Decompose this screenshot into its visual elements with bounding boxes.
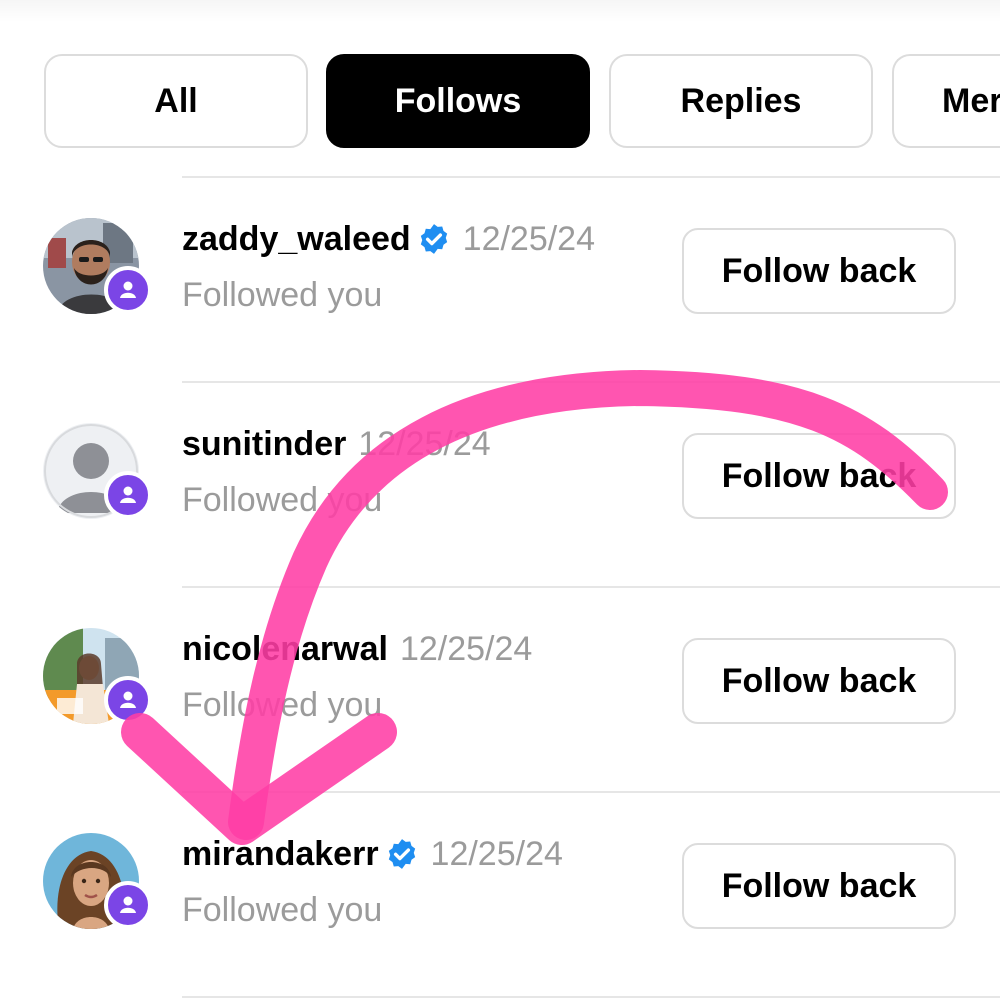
divider [182, 586, 1000, 588]
tab-replies[interactable]: Replies [609, 54, 873, 148]
username[interactable]: sunitinder [182, 425, 346, 464]
divider [182, 176, 1000, 178]
name-line: zaddy_waleed 12/25/24 [182, 214, 595, 264]
filter-tabs: All Follows Replies Mer [0, 0, 1000, 160]
follow-badge-icon [104, 881, 152, 929]
tab-follows[interactable]: Follows [326, 54, 590, 148]
follow-badge-icon [104, 266, 152, 314]
follow-badge-icon [104, 676, 152, 724]
notification-text: Followed you [182, 276, 383, 314]
username[interactable]: mirandakerr [182, 835, 379, 874]
follow-back-button[interactable]: Follow back [682, 843, 956, 929]
notification-text: Followed you [182, 481, 383, 519]
timestamp: 12/25/24 [462, 219, 596, 258]
name-line: mirandakerr 12/25/24 [182, 829, 563, 879]
follow-back-button[interactable]: Follow back [682, 433, 956, 519]
list-item[interactable]: mirandakerr 12/25/24 Followed you Follow… [0, 791, 1000, 996]
list-item[interactable]: sunitinder 12/25/24 Followed you Follow … [0, 381, 1000, 586]
name-line: sunitinder 12/25/24 [182, 419, 491, 469]
timestamp: 12/25/24 [399, 629, 533, 668]
list-item[interactable]: zaddy_waleed 12/25/24 Followed you Follo… [0, 176, 1000, 381]
tab-all[interactable]: All [44, 54, 308, 148]
timestamp: 12/25/24 [358, 424, 491, 463]
list-item[interactable]: nicolenarwal 12/25/24 Followed you Follo… [0, 586, 1000, 791]
divider [182, 381, 1000, 383]
timestamp: 12/25/24 [430, 834, 563, 873]
username[interactable]: nicolenarwal [182, 630, 388, 669]
notification-text: Followed you [182, 891, 383, 929]
follow-back-button[interactable]: Follow back [682, 638, 956, 724]
username[interactable]: zaddy_waleed [182, 220, 411, 259]
follow-badge-icon [104, 471, 152, 519]
name-line: nicolenarwal 12/25/24 [182, 624, 532, 674]
divider [182, 996, 1000, 998]
notification-text: Followed you [182, 686, 383, 724]
divider [182, 791, 1000, 793]
follow-back-button[interactable]: Follow back [682, 228, 956, 314]
verified-icon [388, 839, 415, 869]
tab-mentions[interactable]: Mer [892, 54, 1000, 148]
verified-icon [420, 224, 447, 254]
